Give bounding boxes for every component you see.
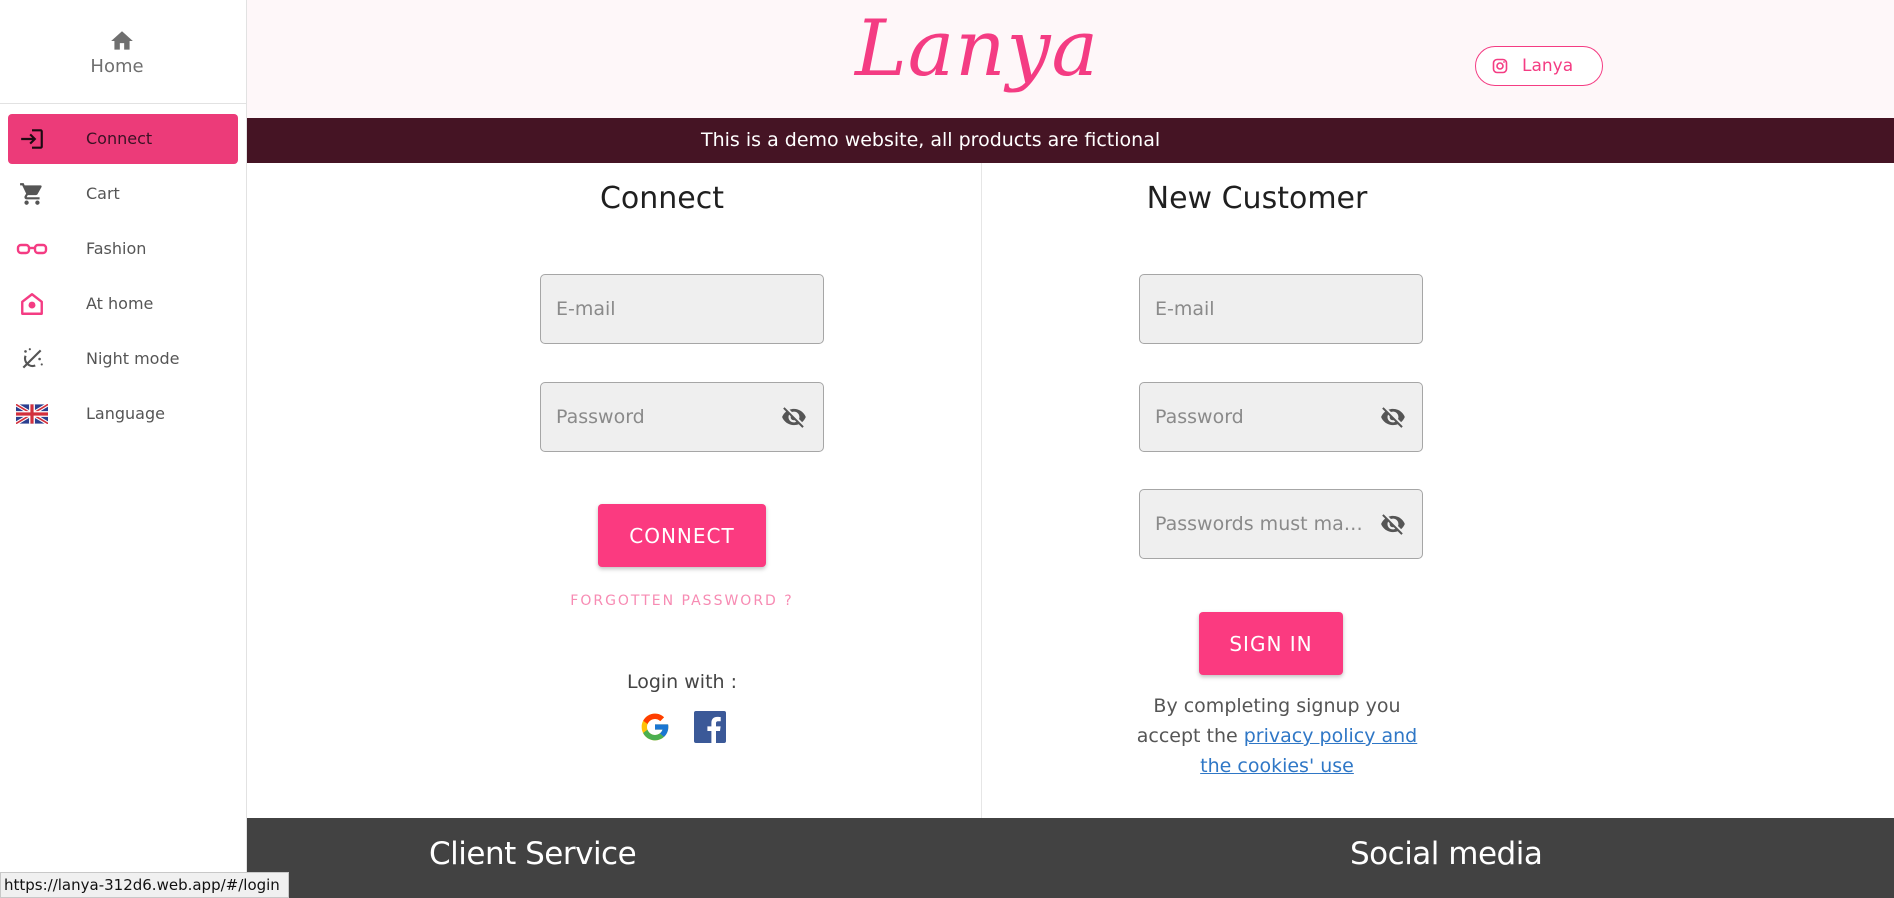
connect-title: Connect [599, 181, 725, 216]
night-mode-icon [16, 344, 48, 374]
connect-password-input[interactable] [556, 383, 771, 451]
sidebar-item-cart[interactable]: Cart [8, 169, 238, 219]
sidebar-item-night-mode[interactable]: Night mode [8, 334, 238, 384]
forgot-password-link[interactable]: FORGOTTEN PASSWORD ? [497, 593, 867, 609]
sidebar-menu: Connect Cart Fashion At home Night mode [0, 114, 246, 444]
sidebar-item-connect[interactable]: Connect [8, 114, 238, 164]
instagram-label: Lanya [1522, 56, 1574, 76]
facebook-icon[interactable] [694, 711, 726, 743]
visibility-off-icon[interactable] [1378, 511, 1408, 537]
signup-email-input[interactable] [1155, 275, 1370, 343]
connect-password-field[interactable] [540, 382, 824, 452]
login-with-label: Login with : [626, 671, 738, 693]
client-service-heading: Client Service [429, 836, 637, 872]
login-page: Connect CONNECT FORGOTTEN PASSWORD ? Log… [247, 163, 1894, 818]
header: Lanya Lanya [247, 0, 1894, 118]
banner-text: This is a demo website, all products are… [701, 129, 1161, 151]
login-icon [16, 124, 48, 154]
sidebar-item-language[interactable]: Language [8, 389, 238, 439]
demo-banner: This is a demo website, all products are… [247, 118, 1894, 163]
sidebar-item-label: Fashion [86, 239, 147, 258]
social-media-heading: Social media [1350, 836, 1543, 872]
signup-password-field[interactable] [1139, 382, 1423, 452]
sidebar-item-label: Cart [86, 184, 120, 203]
signup-terms: By completing signup you accept the priv… [1127, 691, 1427, 781]
footer: Client Service Social media [247, 818, 1894, 898]
signup-confirm-password-input[interactable] [1155, 490, 1370, 558]
connect-email-field[interactable] [540, 274, 824, 344]
home-link[interactable]: Home [0, 0, 246, 104]
instagram-button[interactable]: Lanya [1475, 46, 1603, 86]
visibility-off-icon[interactable] [1378, 404, 1408, 430]
house-icon [16, 289, 48, 319]
sign-in-button[interactable]: SIGN IN [1199, 612, 1343, 675]
signup-confirm-password-field[interactable] [1139, 489, 1423, 559]
sidebar-item-label: Connect [86, 129, 153, 148]
sidebar-item-label: At home [86, 294, 154, 313]
glasses-icon [16, 234, 48, 264]
signup-password-input[interactable] [1155, 383, 1370, 451]
uk-flag-icon [16, 399, 48, 429]
sidebar: Home Connect Cart Fashion At home Night … [0, 0, 247, 898]
column-divider [981, 163, 982, 818]
connect-button[interactable]: CONNECT [598, 504, 766, 567]
home-icon [111, 31, 133, 50]
sidebar-item-label: Language [86, 404, 165, 423]
cart-icon [16, 179, 48, 209]
connect-email-input[interactable] [556, 275, 771, 343]
sidebar-item-at-home[interactable]: At home [8, 279, 238, 329]
site-logo[interactable]: Lanya [847, 4, 1107, 94]
new-customer-title: New Customer [1146, 181, 1368, 216]
visibility-off-icon[interactable] [779, 404, 809, 430]
browser-status-url: https://lanya-312d6.web.app/#/login [0, 872, 289, 898]
instagram-icon [1492, 58, 1508, 74]
signup-email-field[interactable] [1139, 274, 1423, 344]
sidebar-item-fashion[interactable]: Fashion [8, 224, 238, 274]
google-icon[interactable] [639, 711, 671, 743]
sidebar-item-label: Night mode [86, 349, 180, 368]
home-label: Home [90, 56, 144, 77]
